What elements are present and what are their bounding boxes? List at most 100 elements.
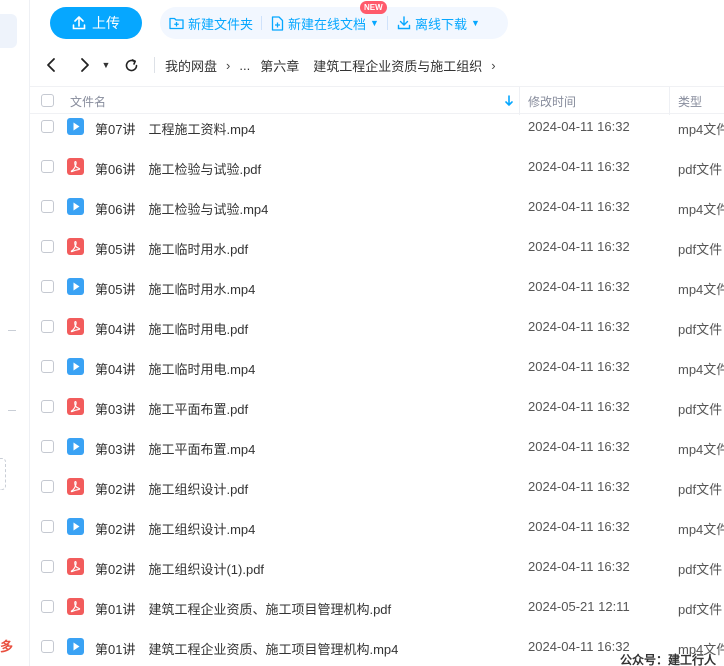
file-row[interactable]: 第07讲 工程施工资料.mp4 2024-04-11 16:32 mp4文件	[30, 107, 724, 147]
file-modified-time: 2024-04-11 16:32	[528, 399, 630, 414]
navigation-bar: ▼ 我的网盘 › ... › 第六章 建筑工程企业资质与施工组织 ›	[30, 50, 724, 80]
file-row[interactable]: 第06讲 施工检验与试验.mp4 2024-04-11 16:32 mp4文件	[30, 187, 724, 227]
file-type: pdf文件	[678, 402, 723, 417]
file-name[interactable]: 第03讲 施工平面布置.mp4	[95, 439, 255, 458]
new-online-doc-button[interactable]: 新建在线文档 ▼ NEW	[262, 1, 388, 39]
breadcrumb-item-ellipsis[interactable]: ...	[239, 58, 250, 73]
file-name[interactable]: 第02讲 施工组织设计.pdf	[95, 479, 248, 498]
sidebar-icon-fragment: 多	[0, 639, 14, 654]
file-row[interactable]: 第02讲 施工组织设计.mp4 2024-04-11 16:32 mp4文件	[30, 507, 724, 547]
file-name[interactable]: 第06讲 施工检验与试验.pdf	[95, 159, 261, 178]
file-name[interactable]: 第05讲 施工临时用水.mp4	[95, 279, 255, 298]
row-checkbox[interactable]	[41, 320, 54, 333]
file-type: pdf文件	[678, 322, 723, 337]
refresh-icon	[125, 58, 137, 71]
left-sidebar-edge: 多	[0, 0, 30, 666]
file-modified-time: 2024-04-11 16:32	[528, 479, 630, 494]
upload-icon	[72, 16, 86, 30]
breadcrumb-item-current[interactable]: 建筑工程企业资质与施工组织	[313, 56, 482, 75]
video-file-icon	[67, 198, 84, 215]
file-type: pdf文件	[678, 562, 723, 577]
file-type: mp4文件	[678, 282, 724, 297]
forward-button[interactable]	[72, 52, 98, 78]
file-row[interactable]: 第02讲 施工组织设计(1).pdf 2024-04-11 16:32 pdf文件	[30, 547, 724, 587]
upload-label: 上传	[92, 15, 120, 31]
breadcrumb-item-root[interactable]: 我的网盘	[165, 56, 217, 75]
file-type: mp4文件	[678, 522, 724, 537]
file-row[interactable]: 第01讲 建筑工程企业资质、施工项目管理机构.pdf 2024-05-21 12:…	[30, 587, 724, 627]
row-checkbox[interactable]	[41, 440, 54, 453]
row-checkbox[interactable]	[41, 520, 54, 533]
file-name[interactable]: 第01讲 建筑工程企业资质、施工项目管理机构.mp4	[95, 639, 398, 658]
folder-plus-icon	[169, 17, 184, 30]
file-name[interactable]: 第04讲 施工临时用电.mp4	[95, 359, 255, 378]
file-type: mp4文件	[678, 442, 724, 457]
file-name[interactable]: 第02讲 施工组织设计(1).pdf	[95, 559, 264, 578]
upload-button[interactable]: 上传	[50, 7, 142, 39]
sidebar-divider	[8, 410, 16, 411]
row-checkbox[interactable]	[41, 360, 54, 373]
select-all-checkbox[interactable]	[41, 94, 54, 107]
file-modified-time: 2024-04-11 16:32	[528, 279, 630, 294]
file-modified-time: 2024-04-11 16:32	[528, 239, 630, 254]
pdf-file-icon	[67, 598, 84, 615]
row-checkbox[interactable]	[41, 200, 54, 213]
file-name[interactable]: 第03讲 施工平面布置.pdf	[95, 399, 248, 418]
row-checkbox[interactable]	[41, 560, 54, 573]
chevron-right-icon: ›	[491, 57, 496, 73]
file-type: pdf文件	[678, 482, 723, 497]
chevron-left-icon	[47, 58, 55, 72]
file-name[interactable]: 第06讲 施工检验与试验.mp4	[95, 199, 268, 218]
row-checkbox[interactable]	[41, 480, 54, 493]
file-name[interactable]: 第04讲 施工临时用电.pdf	[95, 319, 248, 338]
file-row[interactable]: 第02讲 施工组织设计.pdf 2024-04-11 16:32 pdf文件	[30, 467, 724, 507]
back-button[interactable]	[38, 52, 64, 78]
offline-download-button[interactable]: 离线下载 ▼	[388, 7, 489, 39]
document-plus-icon	[271, 15, 284, 31]
pdf-file-icon	[67, 318, 84, 335]
file-row[interactable]: 第05讲 施工临时用水.pdf 2024-04-11 16:32 pdf文件	[30, 227, 724, 267]
nav-divider	[154, 57, 155, 73]
file-row[interactable]: 第03讲 施工平面布置.pdf 2024-04-11 16:32 pdf文件	[30, 387, 724, 427]
row-checkbox[interactable]	[41, 400, 54, 413]
new-folder-button[interactable]: 新建文件夹	[160, 7, 263, 39]
sidebar-divider	[8, 330, 16, 331]
file-row[interactable]: 第06讲 施工检验与试验.pdf 2024-04-11 16:32 pdf文件	[30, 147, 724, 187]
pdf-file-icon	[67, 238, 84, 255]
new-online-doc-label: 新建在线文档	[288, 16, 367, 32]
refresh-button[interactable]	[118, 52, 144, 78]
row-checkbox[interactable]	[41, 120, 54, 133]
video-file-icon	[67, 638, 84, 655]
row-checkbox[interactable]	[41, 240, 54, 253]
video-file-icon	[67, 438, 84, 455]
file-row[interactable]: 第04讲 施工临时用电.mp4 2024-04-11 16:32 mp4文件	[30, 347, 724, 387]
file-name[interactable]: 第02讲 施工组织设计.mp4	[95, 519, 255, 538]
file-modified-time: 2024-04-11 16:32	[528, 519, 630, 534]
video-file-icon	[67, 518, 84, 535]
pdf-file-icon	[67, 398, 84, 415]
file-type: mp4文件	[678, 122, 724, 137]
history-dropdown-button[interactable]: ▼	[98, 60, 114, 70]
chevron-right-icon	[81, 58, 89, 72]
caret-down-icon: ▼	[101, 60, 111, 70]
row-checkbox[interactable]	[41, 640, 54, 653]
file-name[interactable]: 第01讲 建筑工程企业资质、施工项目管理机构.pdf	[95, 599, 391, 618]
new-badge: NEW	[360, 1, 387, 14]
pdf-file-icon	[67, 478, 84, 495]
file-row[interactable]: 第05讲 施工临时用水.mp4 2024-04-11 16:32 mp4文件	[30, 267, 724, 307]
file-type: pdf文件	[678, 162, 723, 177]
row-checkbox[interactable]	[41, 600, 54, 613]
file-row[interactable]: 第03讲 施工平面布置.mp4 2024-04-11 16:32 mp4文件	[30, 427, 724, 467]
breadcrumb-item-chapter[interactable]: 第六章	[260, 56, 299, 75]
sort-arrow-down-icon[interactable]	[505, 95, 513, 107]
row-checkbox[interactable]	[41, 280, 54, 293]
row-checkbox[interactable]	[41, 160, 54, 173]
file-name[interactable]: 第05讲 施工临时用水.pdf	[95, 239, 248, 258]
file-modified-time: 2024-04-11 16:32	[528, 439, 630, 454]
sidebar-dashed-box	[0, 458, 6, 490]
file-name[interactable]: 第07讲 工程施工资料.mp4	[95, 119, 255, 138]
sidebar-active-item[interactable]	[0, 14, 17, 48]
file-type: mp4文件	[678, 202, 724, 217]
file-row[interactable]: 第04讲 施工临时用电.pdf 2024-04-11 16:32 pdf文件	[30, 307, 724, 347]
file-type: mp4文件	[678, 362, 724, 377]
